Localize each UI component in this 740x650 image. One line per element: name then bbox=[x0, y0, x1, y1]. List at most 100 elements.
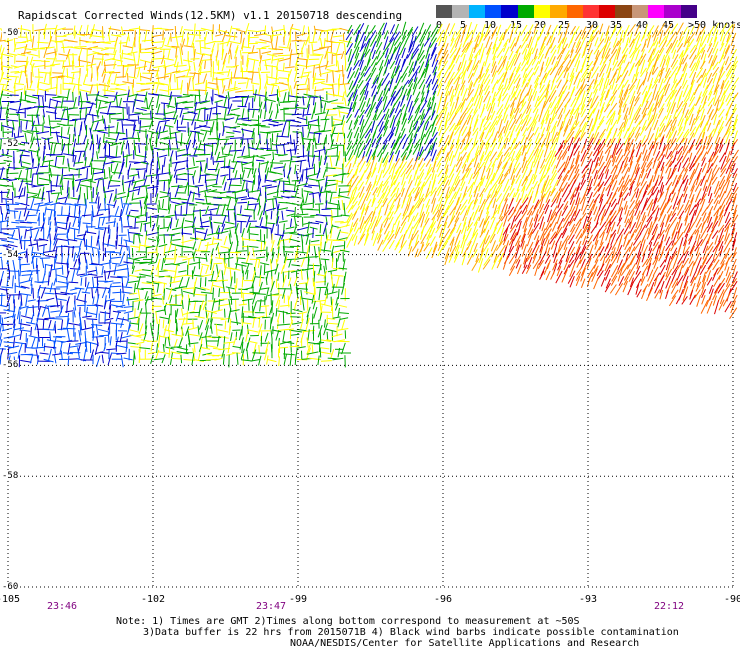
wind-barb bbox=[202, 131, 208, 142]
wind-barb bbox=[193, 23, 196, 34]
wind-barb bbox=[677, 162, 682, 172]
wind-barb bbox=[419, 162, 426, 172]
wind-barb bbox=[336, 145, 339, 156]
wind-barb bbox=[684, 199, 690, 211]
wind-barb bbox=[143, 61, 147, 71]
wind-barb bbox=[131, 40, 135, 53]
wind-barb bbox=[594, 37, 599, 47]
wind-barb bbox=[98, 208, 110, 211]
wind-barb bbox=[284, 246, 294, 248]
wind-barb bbox=[483, 253, 493, 266]
wind-barb bbox=[119, 97, 122, 106]
wind-barb bbox=[0, 83, 6, 86]
wind-barb bbox=[699, 114, 706, 128]
wind-barb bbox=[118, 42, 127, 44]
wind-barb bbox=[436, 146, 444, 157]
wind-barb bbox=[111, 262, 121, 265]
wind-barb bbox=[4, 211, 9, 220]
wind-barb bbox=[537, 29, 544, 41]
wind-barb bbox=[659, 202, 667, 216]
wind-barb bbox=[198, 140, 202, 151]
wind-barb bbox=[590, 222, 599, 234]
wind-barb bbox=[264, 174, 267, 183]
wind-barb bbox=[616, 26, 623, 37]
wind-barb bbox=[302, 126, 304, 138]
wind-barb bbox=[30, 151, 34, 164]
wind-barb bbox=[14, 83, 25, 85]
wind-barb bbox=[384, 59, 390, 74]
wind-barb bbox=[442, 234, 451, 247]
wind-barb bbox=[606, 84, 612, 99]
wind-barb bbox=[229, 49, 232, 60]
wind-barb bbox=[119, 54, 123, 66]
wind-barb bbox=[61, 206, 63, 216]
wind-barb bbox=[237, 117, 250, 120]
wind-barb bbox=[366, 51, 372, 66]
wind-barb bbox=[62, 43, 65, 53]
wind-barb bbox=[42, 245, 45, 256]
wind-barb bbox=[228, 178, 233, 191]
wind-barb bbox=[287, 91, 290, 102]
wind-barb bbox=[689, 91, 695, 102]
wind-barb bbox=[420, 124, 426, 139]
wind-barb bbox=[110, 163, 113, 173]
wind-barb bbox=[152, 185, 155, 198]
wind-barb bbox=[19, 264, 22, 277]
wind-barb bbox=[353, 24, 361, 36]
wind-barb bbox=[264, 185, 278, 189]
wind-barb bbox=[213, 221, 223, 224]
wind-barb bbox=[120, 236, 123, 245]
wind-barb bbox=[221, 79, 224, 88]
wind-barb bbox=[147, 207, 157, 210]
wind-barb bbox=[319, 224, 322, 234]
wind-barb bbox=[436, 100, 441, 114]
wind-barb bbox=[339, 191, 351, 193]
wind-barb bbox=[252, 60, 256, 73]
wind-barb bbox=[135, 94, 146, 97]
wind-barb bbox=[606, 138, 612, 148]
wind-barb bbox=[424, 211, 430, 223]
wind-barb bbox=[210, 54, 212, 67]
wind-barb bbox=[652, 157, 657, 169]
wind-barb bbox=[479, 107, 485, 118]
wind-barb bbox=[327, 269, 337, 273]
wind-barb bbox=[197, 132, 200, 142]
wind-barb bbox=[44, 206, 47, 216]
wind-barb bbox=[159, 226, 169, 230]
wind-barb bbox=[582, 204, 588, 215]
wind-barb bbox=[630, 191, 637, 202]
wind-barb bbox=[598, 106, 604, 120]
wind-barb bbox=[401, 118, 408, 131]
wind-barb bbox=[688, 152, 693, 162]
wind-barb bbox=[174, 246, 176, 258]
wind-barb bbox=[104, 40, 116, 43]
wind-barb bbox=[168, 232, 181, 236]
wind-barb bbox=[137, 187, 141, 196]
wind-barb bbox=[125, 240, 128, 251]
wind-barb bbox=[516, 179, 522, 192]
wind-barb bbox=[193, 61, 196, 72]
wind-barb bbox=[299, 160, 302, 173]
wind-barb bbox=[77, 151, 82, 164]
wind-barb bbox=[50, 192, 62, 195]
wind-barb bbox=[705, 64, 713, 78]
wind-barb bbox=[61, 178, 64, 191]
wind-barb bbox=[411, 26, 419, 37]
wind-barb bbox=[90, 73, 93, 82]
wind-barb bbox=[291, 52, 304, 55]
wind-barb bbox=[175, 178, 188, 181]
wind-barb bbox=[364, 24, 369, 34]
wind-barb bbox=[107, 224, 110, 234]
wind-barb bbox=[79, 184, 93, 188]
wind-barb bbox=[325, 227, 328, 240]
wind-barb bbox=[20, 39, 33, 44]
wind-barb bbox=[688, 216, 694, 230]
wind-barb bbox=[563, 118, 571, 132]
wind-barb bbox=[44, 201, 54, 205]
wind-barb bbox=[319, 45, 332, 49]
wind-barb bbox=[695, 23, 701, 36]
wind-barb bbox=[563, 102, 568, 114]
wind-barb bbox=[185, 203, 188, 216]
wind-barb bbox=[204, 142, 217, 145]
wind-barb bbox=[479, 54, 484, 64]
